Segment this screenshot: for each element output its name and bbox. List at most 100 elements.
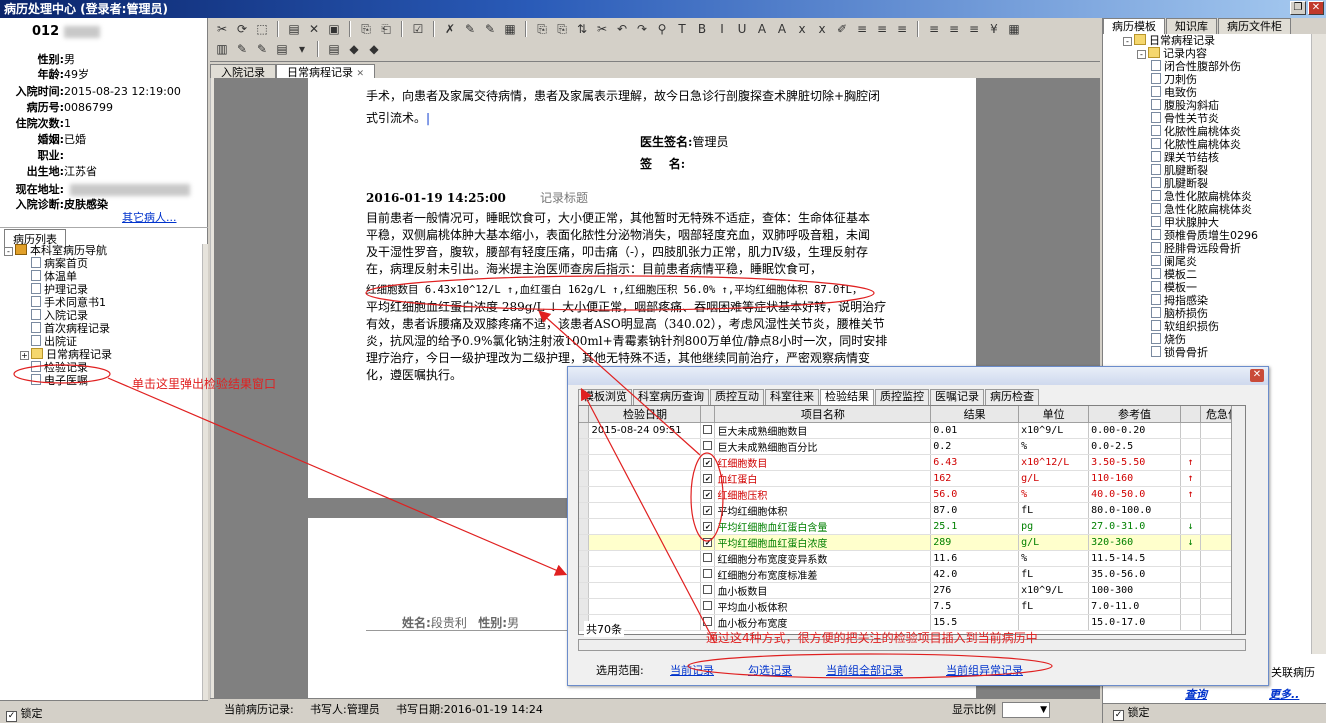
template-item[interactable]: 阑尾炎: [1123, 255, 1313, 268]
template-item[interactable]: 拇指感染: [1123, 294, 1313, 307]
lab-result-row[interactable]: ✔ 血红蛋白 162 g/L 110-160 ↑: [579, 470, 1245, 487]
toolbar-button-icon[interactable]: ≡: [966, 21, 982, 37]
collapse-icon[interactable]: -: [4, 247, 13, 256]
toolbar-button-icon[interactable]: ⎘: [554, 21, 570, 37]
dialog-close-button[interactable]: ✕: [1250, 369, 1264, 382]
toolbar-button-icon[interactable]: ⬚: [254, 21, 270, 37]
row-checkbox[interactable]: [703, 440, 713, 450]
close-button[interactable]: ✕: [1308, 1, 1324, 15]
scope-group-abnormal[interactable]: 当前组异常记录: [946, 662, 1023, 678]
template-item[interactable]: 甲状腺肿大: [1123, 216, 1313, 229]
toolbar-button-icon[interactable]: ¥: [986, 21, 1002, 37]
toolbar-button-icon[interactable]: ⇅: [574, 21, 590, 37]
column-header[interactable]: 项目名称: [714, 406, 932, 423]
scope-group-all[interactable]: 当前组全部记录: [826, 662, 903, 678]
template-item[interactable]: 骨性关节炎: [1123, 112, 1313, 125]
toolbar-button-icon[interactable]: ✎: [482, 21, 498, 37]
toolbar-button-icon[interactable]: ✐: [834, 21, 850, 37]
column-header[interactable]: [700, 406, 716, 423]
tree-item[interactable]: - 本科室病历导航: [4, 244, 204, 257]
toolbar-button-icon[interactable]: ≡: [926, 21, 942, 37]
toolbar-button-icon[interactable]: ✂: [214, 21, 230, 37]
row-checkbox[interactable]: [703, 584, 713, 594]
tree-item[interactable]: 首次病程记录: [4, 322, 204, 335]
lab-result-row[interactable]: ✔ 平均红细胞血红蛋白含量 25.1 pg 27.0-31.0 ↓: [579, 518, 1245, 535]
left-scrollbar[interactable]: [202, 244, 208, 716]
toolbar-button-icon[interactable]: ✎: [462, 21, 478, 37]
restore-button[interactable]: ❐: [1290, 1, 1306, 15]
lock-checkbox[interactable]: ✓: [6, 711, 17, 722]
toolbar-button-icon[interactable]: ◆: [346, 41, 362, 57]
toolbar-button-icon[interactable]: B: [694, 21, 710, 37]
template-item[interactable]: 化脓性扁桃体炎: [1123, 125, 1313, 138]
toolbar-button-icon[interactable]: ▾: [294, 41, 310, 57]
row-checkbox[interactable]: ✔: [703, 458, 713, 467]
tree-item[interactable]: 病案首页: [4, 257, 204, 270]
template-item[interactable]: 颈椎骨质增生0296: [1123, 229, 1313, 242]
toolbar-button-icon[interactable]: ≡: [894, 21, 910, 37]
right-scrollbar[interactable]: [1311, 34, 1326, 654]
column-header[interactable]: 结果: [930, 406, 1020, 423]
other-patients-link[interactable]: 其它病人...: [122, 209, 177, 225]
toolbar-button-icon[interactable]: ▦: [502, 21, 518, 37]
template-item[interactable]: 肌腱断裂: [1123, 164, 1313, 177]
column-header[interactable]: 参考值: [1088, 406, 1181, 423]
collapse-icon[interactable]: -: [1137, 50, 1146, 59]
lab-result-row[interactable]: 2015-08-24 09:51 巨大未成熟细胞数目 0.01 x10^9/L 0.00…: [579, 422, 1245, 439]
template-item[interactable]: 刀刺伤: [1123, 73, 1313, 86]
toolbar-button-icon[interactable]: ≡: [874, 21, 890, 37]
toolbar-button-icon[interactable]: ✎: [234, 41, 250, 57]
row-checkbox[interactable]: [703, 600, 713, 610]
row-checkbox[interactable]: ✔: [703, 506, 713, 515]
toolbar-button-icon[interactable]: ▤: [286, 21, 302, 37]
tree-item[interactable]: 手术同意书1: [4, 296, 204, 309]
row-checkbox[interactable]: ✔: [703, 538, 713, 547]
lab-result-row[interactable]: 红细胞分布宽度变异系数 11.6% 11.5-14.5: [579, 550, 1245, 567]
toolbar-button-icon[interactable]: U: [734, 21, 750, 37]
lab-result-row[interactable]: 平均血小板体积 7.5 fL 7.0-11.0: [579, 598, 1245, 615]
toolbar-button-icon[interactable]: ▣: [326, 21, 342, 37]
right-lock-checkbox[interactable]: ✓: [1113, 710, 1124, 721]
tree-item[interactable]: 出院证: [4, 335, 204, 348]
toolbar-button-icon[interactable]: T: [674, 21, 690, 37]
toolbar-button-icon[interactable]: A: [754, 21, 770, 37]
toolbar-button-icon[interactable]: ≡: [854, 21, 870, 37]
scope-checked-records[interactable]: 勾选记录: [748, 662, 792, 678]
toolbar-button-icon[interactable]: ⎘: [534, 21, 550, 37]
template-item[interactable]: - 日常病程记录: [1123, 34, 1313, 47]
dialog-tab[interactable]: 科室往来: [765, 389, 819, 405]
tree-item[interactable]: 入院记录: [4, 309, 204, 322]
dialog-tab[interactable]: 医嘱记录: [930, 389, 984, 405]
toolbar-button-icon[interactable]: ⚲: [654, 21, 670, 37]
toolbar-button-icon[interactable]: ↷: [634, 21, 650, 37]
scope-current-record[interactable]: 当前记录: [670, 662, 714, 678]
toolbar-button-icon[interactable]: ▤: [326, 41, 342, 57]
template-item[interactable]: 闭合性腹部外伤: [1123, 60, 1313, 73]
dialog-tab[interactable]: 质控互动: [710, 389, 764, 405]
column-header[interactable]: 单位: [1018, 406, 1090, 423]
row-checkbox[interactable]: ✔: [703, 474, 713, 483]
toolbar-button-icon[interactable]: ▦: [1006, 21, 1022, 37]
tree-item[interactable]: 检验记录: [4, 361, 204, 374]
zoom-select[interactable]: ▼: [1002, 702, 1050, 718]
template-item[interactable]: 烧伤: [1123, 333, 1313, 346]
row-checkbox[interactable]: [703, 552, 713, 562]
right-tab[interactable]: 病历模板: [1103, 18, 1165, 34]
toolbar-button-icon[interactable]: ▥: [214, 41, 230, 57]
toolbar-button-icon[interactable]: I: [714, 21, 730, 37]
template-item[interactable]: 化脓性扁桃体炎: [1123, 138, 1313, 151]
toolbar-button-icon[interactable]: ↶: [614, 21, 630, 37]
template-item[interactable]: 急性化脓扁桃体炎: [1123, 203, 1313, 216]
row-checkbox[interactable]: [703, 568, 713, 578]
toolbar-button-icon[interactable]: ◆: [366, 41, 382, 57]
template-item[interactable]: 锁骨骨折: [1123, 346, 1313, 359]
toolbar-button-icon[interactable]: ⎘: [358, 21, 374, 37]
more-link[interactable]: 更多..: [1269, 686, 1299, 702]
template-item[interactable]: 软组织损伤: [1123, 320, 1313, 333]
toolbar-button-icon[interactable]: ▤: [274, 41, 290, 57]
lab-result-row[interactable]: 红细胞分布宽度标准差 42.0 fL 35.0-56.0: [579, 566, 1245, 583]
toolbar-button-icon[interactable]: ✕: [306, 21, 322, 37]
lab-result-row[interactable]: 血小板数目 276 x10^9/L 100-300: [579, 582, 1245, 599]
template-item[interactable]: 肌腱断裂: [1123, 177, 1313, 190]
toolbar-button-icon[interactable]: ≡: [946, 21, 962, 37]
